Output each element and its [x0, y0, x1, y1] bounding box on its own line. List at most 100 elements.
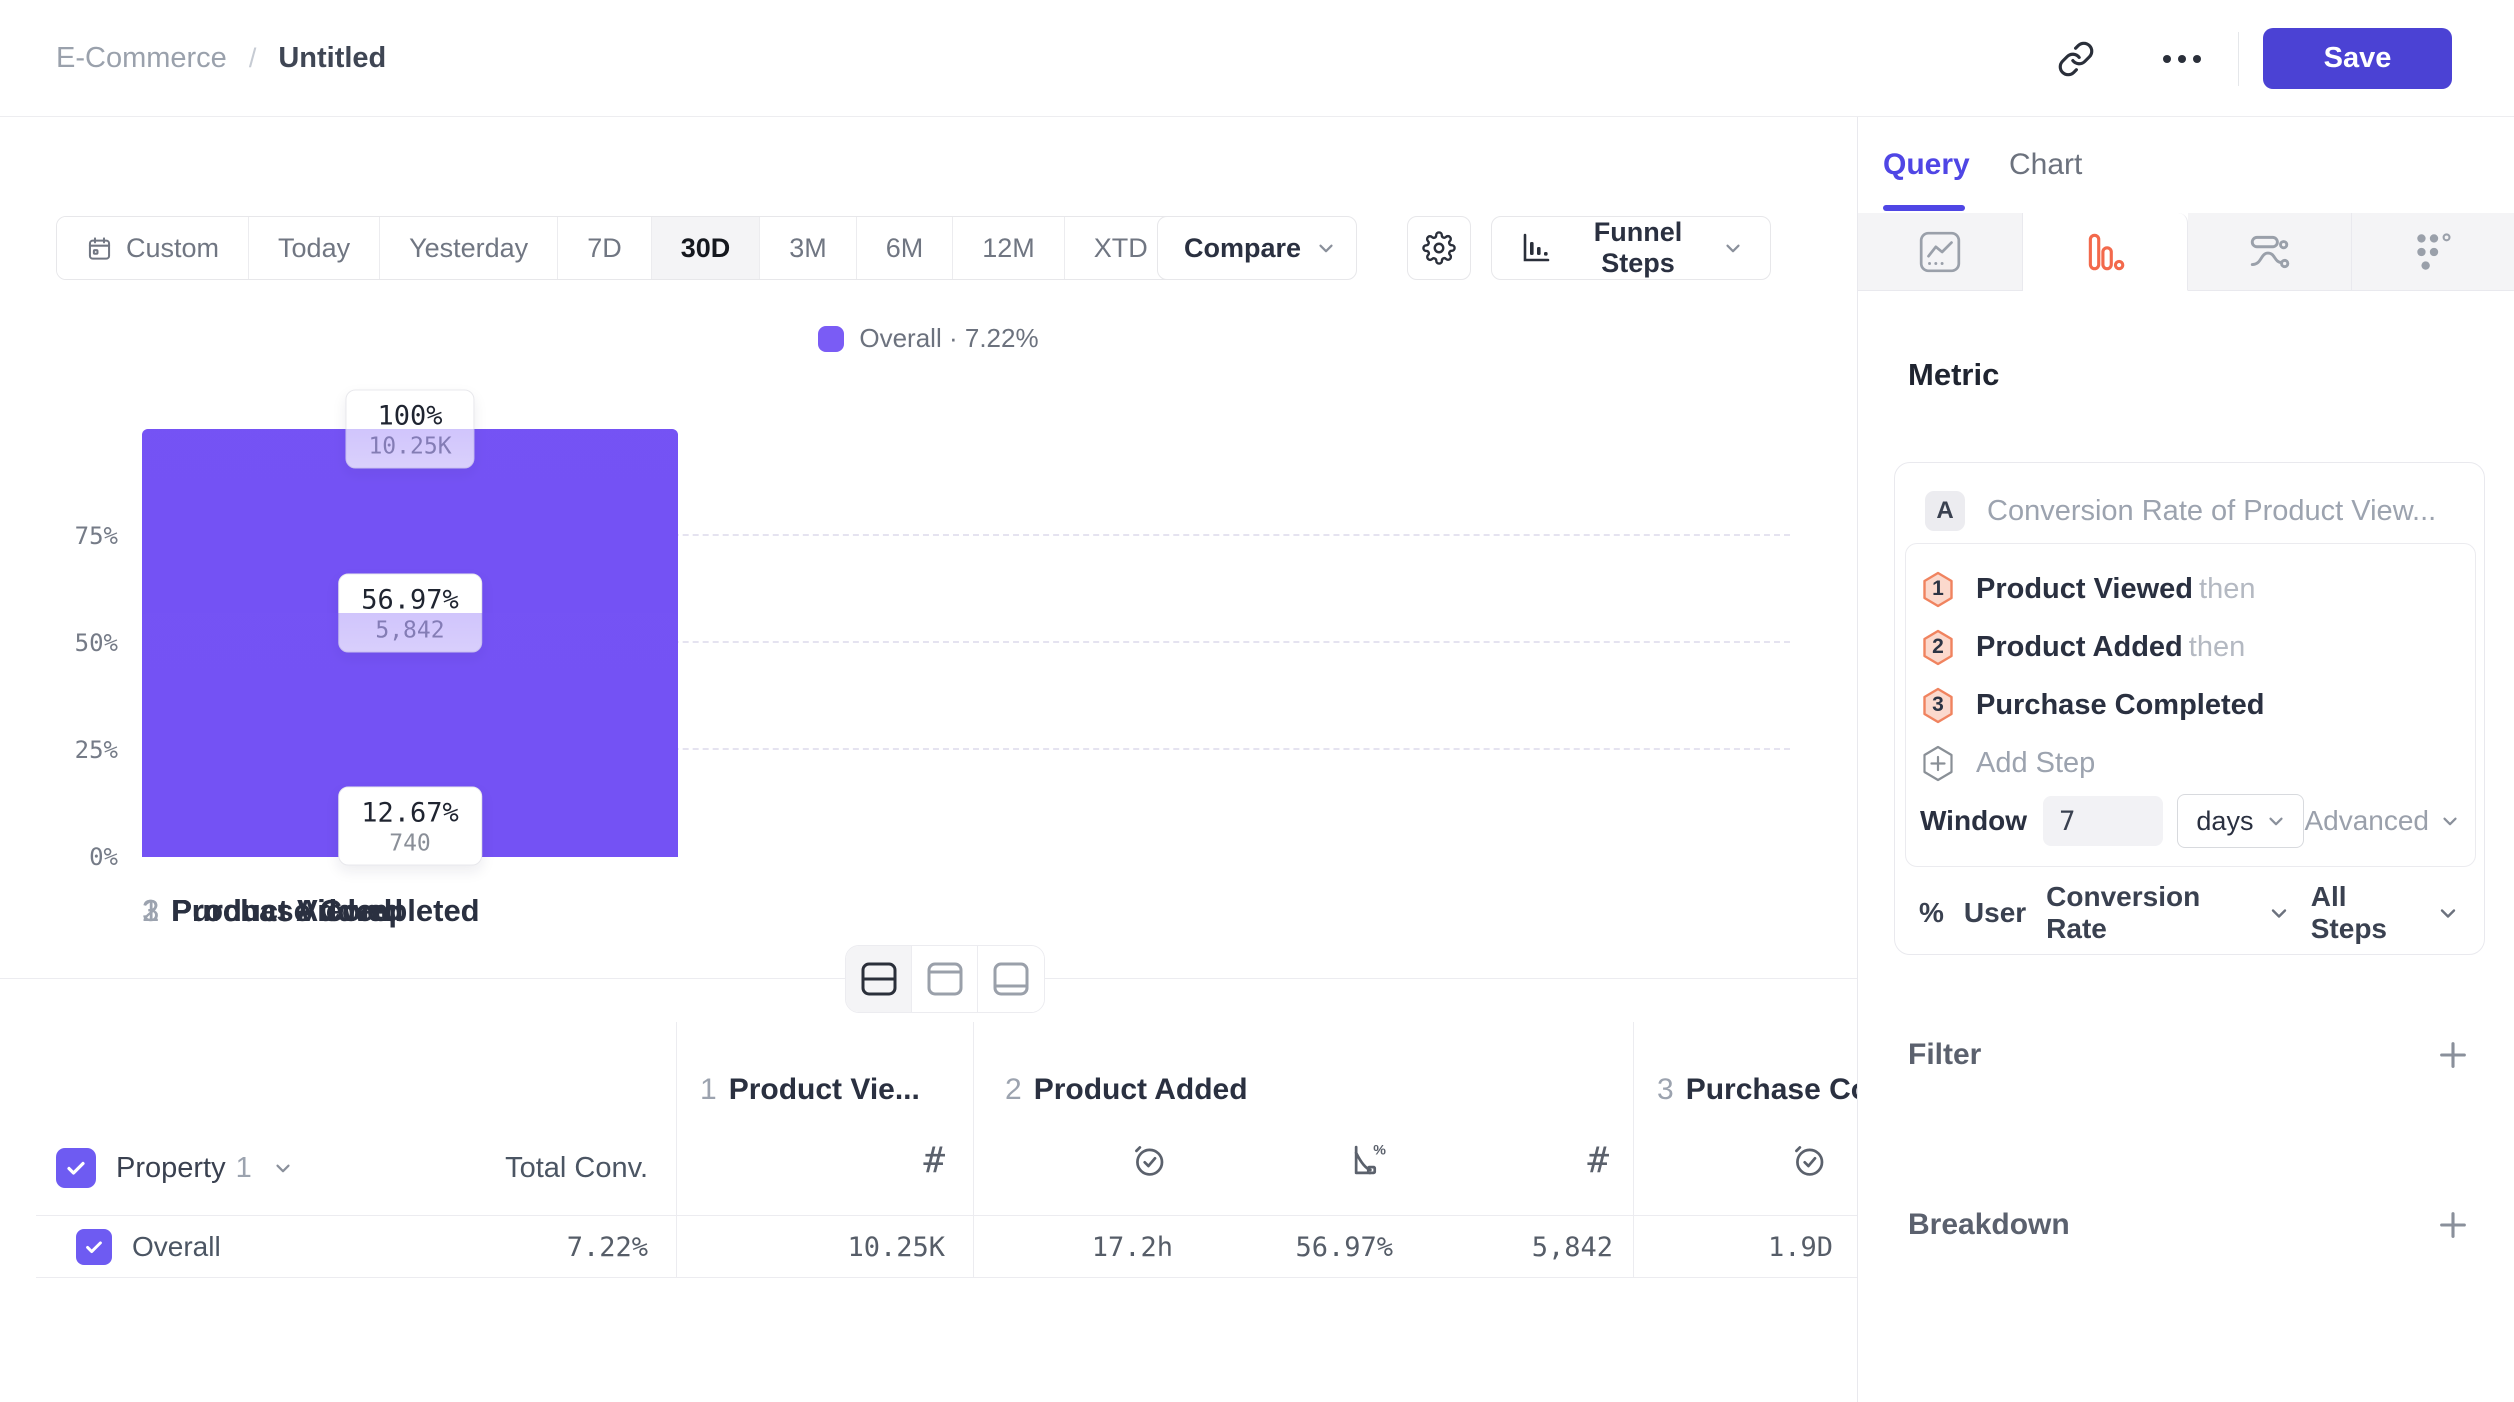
- range-12m[interactable]: 12M: [953, 217, 1065, 279]
- table-row[interactable]: Overall 7.22% 10.25K 17.2h 56.97% 5,842 …: [0, 1216, 1857, 1278]
- legend-swatch: [818, 326, 844, 352]
- conversion-window-row: Window 7 days Advanced: [1920, 792, 2461, 850]
- dots-grid-icon: [2411, 229, 2457, 275]
- hash-icon: #: [1587, 1140, 1609, 1181]
- range-today[interactable]: Today: [249, 217, 380, 279]
- range-yesterday[interactable]: Yesterday: [380, 217, 558, 279]
- top-actions: Save: [2044, 0, 2514, 117]
- step-hexagon-badge: 1: [1922, 571, 1954, 608]
- table-col-step-1[interactable]: 1 Product Vie...: [700, 1068, 920, 1112]
- chevron-down-icon: [2439, 810, 2461, 832]
- row-label: Overall: [132, 1216, 221, 1278]
- metric-summary-row[interactable]: A Conversion Rate of Product View...: [1925, 489, 2460, 533]
- chevron-down-icon: [272, 1157, 294, 1179]
- tab-breakdown-grid[interactable]: [2352, 213, 2514, 291]
- range-custom[interactable]: Custom: [57, 217, 249, 279]
- metric-step-3[interactable]: 3 Purchase Completed: [1920, 676, 2461, 734]
- main-content: Custom Today Yesterday 7D 30D 3M 6M 12M …: [0, 117, 1857, 1402]
- chart-type-tabs: [1858, 213, 2514, 291]
- window-label: Window: [1920, 805, 2027, 837]
- header-row-view-button[interactable]: [912, 946, 978, 1012]
- chevron-down-icon: [1315, 237, 1337, 259]
- tab-funnel-chart[interactable]: [2023, 213, 2188, 291]
- add-step-hexagon-icon: [1922, 745, 1954, 782]
- flow-chart-icon: [2246, 229, 2292, 275]
- range-label: XTD: [1094, 233, 1148, 264]
- add-filter-button[interactable]: [2436, 1038, 2470, 1072]
- cell-step1-count: 10.25K: [847, 1216, 945, 1278]
- range-7d[interactable]: 7D: [558, 217, 652, 279]
- window-value-input[interactable]: 7: [2043, 796, 2163, 846]
- table-col-step-2[interactable]: 2 Product Added: [1005, 1068, 1248, 1112]
- col-step-number: 3: [1657, 1073, 1674, 1107]
- count-metric-header[interactable]: #: [1587, 1135, 1609, 1185]
- step-number: 3: [142, 893, 159, 928]
- funnel-bar-step-3[interactable]: 12.67% 740 3Purchase Completed: [142, 429, 678, 857]
- funnel-steps-card: 1 Product Viewedthen 2 Product Addedthen…: [1905, 543, 2476, 867]
- split-rows-view-button[interactable]: [846, 946, 912, 1012]
- add-breakdown-button[interactable]: [2436, 1208, 2470, 1242]
- step-hexagon-badge: 2: [1922, 629, 1954, 666]
- save-button[interactable]: Save: [2263, 28, 2452, 89]
- property-dropdown[interactable]: Property1: [116, 1152, 252, 1185]
- compare-button[interactable]: Compare: [1157, 216, 1357, 280]
- calendar-icon: [86, 235, 113, 262]
- funnel-steps-button[interactable]: Funnel Steps: [1491, 216, 1771, 280]
- measurement-criteria-row: % User Conversion Rate All Steps: [1919, 887, 2460, 939]
- breakdown-section: Breakdown: [1908, 1199, 2470, 1251]
- legend-value: 7.22%: [965, 323, 1039, 353]
- avg-time-metric-header[interactable]: [1129, 1135, 1169, 1185]
- step-badge-number: 3: [1922, 687, 1954, 724]
- range-label: Custom: [126, 233, 219, 264]
- step-badge-number: 2: [1922, 629, 1954, 666]
- breadcrumb-parent[interactable]: E-Commerce: [56, 42, 227, 75]
- property-checkbox[interactable]: [56, 1148, 96, 1188]
- step-hexagon-badge: 3: [1922, 687, 1954, 724]
- hash-icon: #: [923, 1140, 945, 1181]
- breadcrumb-current[interactable]: Untitled: [278, 42, 386, 75]
- count-metric-header[interactable]: #: [923, 1135, 945, 1185]
- tab-query[interactable]: Query: [1883, 117, 1970, 213]
- view-type-group: Funnel Steps: [1491, 216, 1771, 280]
- range-6m[interactable]: 6M: [857, 217, 954, 279]
- step-badge-number: 1: [1922, 571, 1954, 608]
- footer-row-view-button[interactable]: [978, 946, 1044, 1012]
- tab-chart[interactable]: Chart: [2009, 117, 2082, 213]
- counting-entity[interactable]: User: [1964, 897, 2026, 929]
- step-name: Purchase Completed: [171, 893, 479, 928]
- chart-settings-button[interactable]: [1407, 216, 1471, 280]
- row-checkbox[interactable]: [76, 1229, 112, 1265]
- check-icon: [83, 1236, 105, 1258]
- metric-badge: A: [1925, 491, 1965, 531]
- advanced-toggle[interactable]: Advanced: [2304, 805, 2461, 837]
- gear-icon: [1422, 231, 1456, 265]
- share-link-button[interactable]: [2044, 27, 2108, 91]
- table-col-step-3[interactable]: 3 Purchase Completed: [1657, 1068, 1857, 1112]
- window-unit-select[interactable]: days: [2177, 794, 2304, 848]
- metric-step-1[interactable]: 1 Product Viewedthen: [1920, 560, 2461, 618]
- add-step-button[interactable]: Add Step: [1920, 734, 2461, 792]
- measure-select[interactable]: Conversion Rate: [2046, 881, 2253, 945]
- metric-step-2[interactable]: 2 Product Addedthen: [1920, 618, 2461, 676]
- step-event-name: Purchase Completed: [1976, 689, 2264, 721]
- range-label: 7D: [587, 233, 622, 264]
- more-menu-button[interactable]: [2150, 27, 2214, 91]
- property-label: Property: [116, 1152, 226, 1184]
- range-label: 30D: [681, 233, 731, 264]
- conversion-metric-header[interactable]: %: [1349, 1135, 1389, 1185]
- scope-select[interactable]: All Steps: [2311, 881, 2422, 945]
- total-conversion-header[interactable]: Total Conv.: [505, 1142, 648, 1194]
- cell-step2-conversion: 56.97%: [1295, 1216, 1393, 1278]
- tab-line-chart[interactable]: [1858, 213, 2023, 291]
- tab-flow-chart[interactable]: [2188, 213, 2353, 291]
- avg-time-metric-header[interactable]: [1789, 1135, 1829, 1185]
- layout-toggle-group: [845, 945, 1045, 1013]
- step-event-name: Product Viewed: [1976, 573, 2193, 605]
- percent-symbol: %: [1919, 897, 1944, 929]
- range-3m[interactable]: 3M: [760, 217, 857, 279]
- funnel-bars-icon: [2082, 229, 2128, 275]
- legend-label[interactable]: Overall · 7.22%: [859, 323, 1038, 354]
- split-rows-icon: [860, 961, 898, 997]
- range-30d[interactable]: 30D: [652, 217, 761, 279]
- cell-step3-avg-time: 1.9D: [1768, 1216, 1833, 1278]
